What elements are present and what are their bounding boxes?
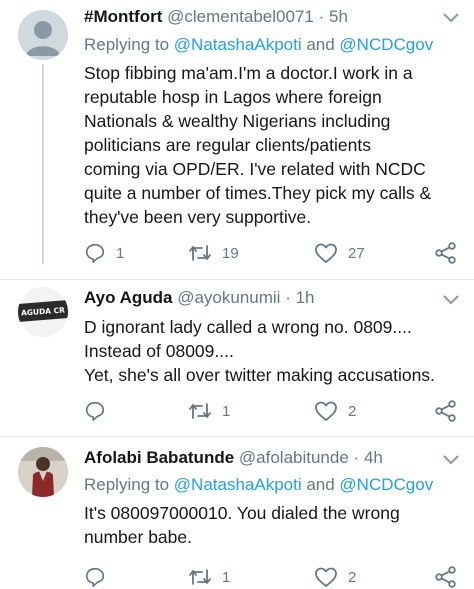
username[interactable]: @clementabel0071 [167, 7, 314, 26]
tweet-actions: 1 19 27 [84, 241, 464, 265]
retweet-icon [189, 403, 211, 419]
like-icon [315, 567, 337, 587]
replying-and: and [301, 475, 340, 494]
timestamp[interactable]: 1h [296, 288, 315, 307]
retweet-count: 19 [222, 244, 239, 262]
retweet-button[interactable]: 1 [188, 565, 230, 589]
reply-icon [85, 243, 105, 263]
mention-link[interactable]: @NatashaAkpoti [174, 475, 302, 494]
replying-to: Replying to @NatashaAkpoti and @NCDCgov [84, 35, 433, 55]
mention-link[interactable]: @NCDCgov [339, 35, 433, 54]
tweet[interactable]: AGUDA CR Ayo Aguda @ayokunumii · 1h D ig… [0, 280, 474, 435]
tweet-header: #Montfort @clementabel0071 · 5h [84, 7, 348, 27]
default-profile-icon [18, 10, 68, 60]
reply-count: 1 [116, 244, 125, 262]
retweet-count: 1 [222, 402, 231, 420]
chevron-down-icon[interactable] [442, 454, 460, 466]
mention-link[interactable]: @NatashaAkpoti [174, 35, 302, 54]
mention-link[interactable]: @NCDCgov [339, 475, 433, 494]
replying-and: and [301, 35, 340, 54]
replying-to: Replying to @NatashaAkpoti and @NCDCgov [84, 475, 433, 495]
retweet-icon [189, 245, 211, 261]
like-button[interactable]: 2 [314, 565, 356, 589]
avatar[interactable] [18, 447, 68, 497]
thread-line [42, 64, 44, 264]
timestamp[interactable]: 4h [364, 448, 383, 467]
reply-icon [85, 401, 105, 421]
replying-to-label: Replying to [84, 475, 174, 494]
display-name[interactable]: Afolabi Babatunde [84, 448, 234, 467]
retweet-icon [189, 569, 211, 585]
share-icon [435, 400, 456, 422]
like-button[interactable]: 2 [314, 399, 356, 423]
reply-button[interactable] [84, 399, 116, 423]
username[interactable]: @ayokunumii [177, 288, 280, 307]
like-button[interactable]: 27 [314, 241, 365, 265]
share-icon [435, 566, 456, 588]
retweet-button[interactable]: 1 [188, 399, 230, 423]
display-name[interactable]: Ayo Aguda [84, 288, 172, 307]
tweet-text: It's 080097000010. You dialed the wrong … [84, 503, 400, 547]
share-button[interactable] [434, 241, 458, 265]
separator-dot: · [318, 7, 325, 26]
share-icon [435, 242, 456, 264]
username[interactable]: @afolabitunde [239, 448, 349, 467]
avatar[interactable] [18, 10, 68, 60]
reply-icon [85, 567, 105, 587]
share-button[interactable] [434, 399, 458, 423]
avatar-logo-image: AGUDA CR [18, 287, 68, 337]
timestamp[interactable]: 5h [329, 7, 348, 26]
retweet-count: 1 [222, 568, 231, 586]
chevron-down-icon[interactable] [442, 294, 460, 306]
tweet[interactable]: #Montfort @clementabel0071 · 5h Replying… [0, 0, 474, 280]
tweet-actions: 1 2 [84, 399, 464, 423]
tweet-text: D ignorant lady called a wrong no. 0809.… [84, 317, 435, 385]
reply-button[interactable]: 1 [84, 241, 124, 265]
like-icon [315, 401, 337, 421]
tweet[interactable]: Afolabi Babatunde @afolabitunde · 4h Rep… [0, 437, 474, 588]
tweet-actions: 1 2 [84, 565, 464, 589]
separator-dot: · [285, 288, 291, 307]
avatar-photo-image [18, 447, 68, 497]
replying-to-label: Replying to [84, 35, 174, 54]
like-icon [315, 243, 337, 263]
avatar[interactable]: AGUDA CR [18, 287, 68, 337]
retweet-button[interactable]: 19 [188, 241, 239, 265]
separator-dot: · [353, 448, 360, 467]
like-count: 2 [348, 402, 357, 420]
chevron-down-icon[interactable] [442, 12, 460, 24]
like-count: 2 [348, 568, 357, 586]
tweet-header: Ayo Aguda @ayokunumii · 1h [84, 288, 315, 308]
tweet-header: Afolabi Babatunde @afolabitunde · 4h [84, 448, 383, 468]
tweet-text: Stop fibbing ma'am.I'm a doctor.I work i… [84, 63, 432, 227]
display-name[interactable]: #Montfort [84, 7, 162, 26]
like-count: 27 [348, 244, 365, 262]
reply-button[interactable] [84, 565, 116, 589]
share-button[interactable] [434, 565, 458, 589]
